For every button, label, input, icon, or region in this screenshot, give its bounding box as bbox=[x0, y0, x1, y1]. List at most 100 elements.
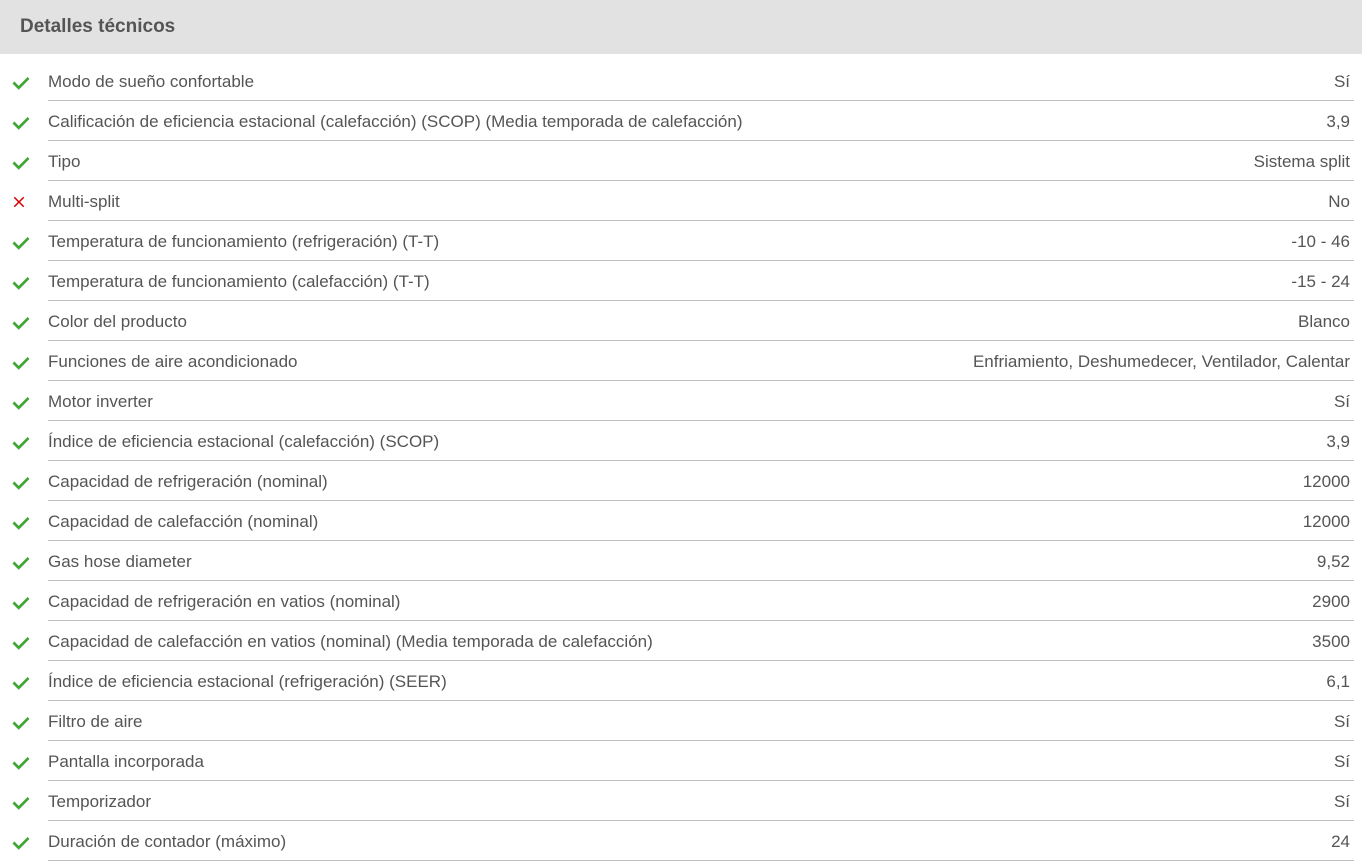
spec-text-cell: Temperatura de funcionamiento (calefacci… bbox=[48, 264, 1354, 301]
spec-status-icon-cell bbox=[8, 511, 48, 533]
spec-value: -10 - 46 bbox=[1291, 232, 1350, 252]
spec-row: Índice de eficiencia estacional (refrige… bbox=[8, 662, 1354, 702]
spec-value: Sí bbox=[1334, 72, 1350, 92]
spec-label: Temporizador bbox=[48, 792, 151, 812]
spec-text-cell: Duración de contador (máximo) 24 bbox=[48, 824, 1354, 861]
spec-row: Capacidad de calefacción (nominal)12000 bbox=[8, 502, 1354, 542]
spec-text-cell: Filtro de aire Sí bbox=[48, 704, 1354, 741]
spec-text-cell: Multi-split No bbox=[48, 184, 1354, 221]
spec-row: Capacidad de refrigeración en vatios (no… bbox=[8, 582, 1354, 622]
spec-label: Calificación de eficiencia estacional (c… bbox=[48, 112, 743, 132]
check-icon bbox=[10, 471, 32, 493]
spec-text-cell: Índice de eficiencia estacional (refrige… bbox=[48, 664, 1354, 701]
spec-row: Duración de contador (máximo) 24 bbox=[8, 822, 1354, 862]
spec-label: Temperatura de funcionamiento (calefacci… bbox=[48, 272, 430, 292]
spec-label: Capacidad de refrigeración en vatios (no… bbox=[48, 592, 400, 612]
spec-label: Pantalla incorporada bbox=[48, 752, 204, 772]
spec-status-icon-cell bbox=[8, 551, 48, 573]
spec-status-icon-cell bbox=[8, 351, 48, 373]
spec-row: Motor inverterSí bbox=[8, 382, 1354, 422]
check-icon bbox=[10, 671, 32, 693]
spec-status-icon-cell bbox=[8, 751, 48, 773]
spec-text-cell: Calificación de eficiencia estacional (c… bbox=[48, 104, 1354, 141]
section-header: Detalles técnicos bbox=[0, 0, 1362, 54]
spec-value: 12000 bbox=[1303, 512, 1350, 532]
spec-label: Gas hose diameter bbox=[48, 552, 192, 572]
spec-row: Gas hose diameter 9,52 bbox=[8, 542, 1354, 582]
spec-value: 2900 bbox=[1312, 592, 1350, 612]
spec-value: No bbox=[1328, 192, 1350, 212]
spec-value: 24 bbox=[1331, 832, 1350, 852]
check-icon bbox=[10, 351, 32, 373]
check-icon bbox=[10, 831, 32, 853]
spec-row: Temperatura de funcionamiento (calefacci… bbox=[8, 262, 1354, 302]
check-icon bbox=[10, 71, 32, 93]
spec-text-cell: Tipo Sistema split bbox=[48, 144, 1354, 181]
spec-text-cell: Modo de sueño confortableSí bbox=[48, 64, 1354, 101]
spec-text-cell: Capacidad de calefacción (nominal)12000 bbox=[48, 504, 1354, 541]
spec-text-cell: Capacidad de refrigeración (nominal)1200… bbox=[48, 464, 1354, 501]
spec-text-cell: Índice de eficiencia estacional (calefac… bbox=[48, 424, 1354, 461]
check-icon bbox=[10, 751, 32, 773]
spec-value: Blanco bbox=[1298, 312, 1350, 332]
spec-text-cell: Temperatura de funcionamiento (refrigera… bbox=[48, 224, 1354, 261]
spec-row: Pantalla incorporadaSí bbox=[8, 742, 1354, 782]
spec-status-icon-cell bbox=[8, 391, 48, 413]
spec-status-icon-cell bbox=[8, 711, 48, 733]
section-title: Detalles técnicos bbox=[20, 16, 175, 37]
check-icon bbox=[10, 391, 32, 413]
spec-row: Índice de eficiencia estacional (calefac… bbox=[8, 422, 1354, 462]
spec-row: Calificación de eficiencia estacional (c… bbox=[8, 102, 1354, 142]
check-icon bbox=[10, 151, 32, 173]
spec-value: Sistema split bbox=[1254, 152, 1350, 172]
tech-specs-container: Detalles técnicos Modo de sueño conforta… bbox=[0, 0, 1362, 862]
spec-status-icon-cell bbox=[8, 311, 48, 333]
spec-row: Tipo Sistema split bbox=[8, 142, 1354, 182]
check-icon bbox=[10, 551, 32, 573]
spec-label: Multi-split bbox=[48, 192, 120, 212]
spec-value: 9,52 bbox=[1317, 552, 1350, 572]
spec-status-icon-cell bbox=[8, 151, 48, 173]
spec-text-cell: Color del productoBlanco bbox=[48, 304, 1354, 341]
check-icon bbox=[10, 791, 32, 813]
spec-label: Filtro de aire bbox=[48, 712, 142, 732]
spec-text-cell: Temporizador Sí bbox=[48, 784, 1354, 821]
spec-value: 3,9 bbox=[1326, 432, 1350, 452]
spec-value: Sí bbox=[1334, 792, 1350, 812]
spec-value: 3500 bbox=[1312, 632, 1350, 652]
spec-label: Tipo bbox=[48, 152, 80, 172]
spec-row: Color del productoBlanco bbox=[8, 302, 1354, 342]
check-icon bbox=[10, 511, 32, 533]
check-icon bbox=[10, 631, 32, 653]
spec-row: Filtro de aire Sí bbox=[8, 702, 1354, 742]
spec-label: Capacidad de refrigeración (nominal) bbox=[48, 472, 328, 492]
spec-status-icon-cell bbox=[8, 671, 48, 693]
spec-text-cell: Capacidad de calefacción en vatios (nomi… bbox=[48, 624, 1354, 661]
spec-status-icon-cell bbox=[8, 193, 48, 211]
check-icon bbox=[10, 111, 32, 133]
spec-value: -15 - 24 bbox=[1291, 272, 1350, 292]
spec-status-icon-cell bbox=[8, 791, 48, 813]
spec-status-icon-cell bbox=[8, 831, 48, 853]
spec-label: Índice de eficiencia estacional (refrige… bbox=[48, 672, 447, 692]
spec-label: Duración de contador (máximo) bbox=[48, 832, 286, 852]
check-icon bbox=[10, 591, 32, 613]
spec-list: Modo de sueño confortableSí Calificación … bbox=[0, 54, 1362, 862]
spec-row: Funciones de aire acondicionadoEnfriamie… bbox=[8, 342, 1354, 382]
spec-status-icon-cell bbox=[8, 471, 48, 493]
spec-status-icon-cell bbox=[8, 71, 48, 93]
check-icon bbox=[10, 431, 32, 453]
check-icon bbox=[10, 711, 32, 733]
spec-label: Capacidad de calefacción en vatios (nomi… bbox=[48, 632, 653, 652]
spec-text-cell: Capacidad de refrigeración en vatios (no… bbox=[48, 584, 1354, 621]
spec-status-icon-cell bbox=[8, 431, 48, 453]
cross-icon bbox=[10, 193, 28, 211]
check-icon bbox=[10, 231, 32, 253]
spec-text-cell: Pantalla incorporadaSí bbox=[48, 744, 1354, 781]
spec-value: 6,1 bbox=[1326, 672, 1350, 692]
spec-label: Motor inverter bbox=[48, 392, 153, 412]
spec-text-cell: Motor inverterSí bbox=[48, 384, 1354, 421]
spec-status-icon-cell bbox=[8, 111, 48, 133]
spec-label: Funciones de aire acondicionado bbox=[48, 352, 298, 372]
spec-value: Sí bbox=[1334, 712, 1350, 732]
